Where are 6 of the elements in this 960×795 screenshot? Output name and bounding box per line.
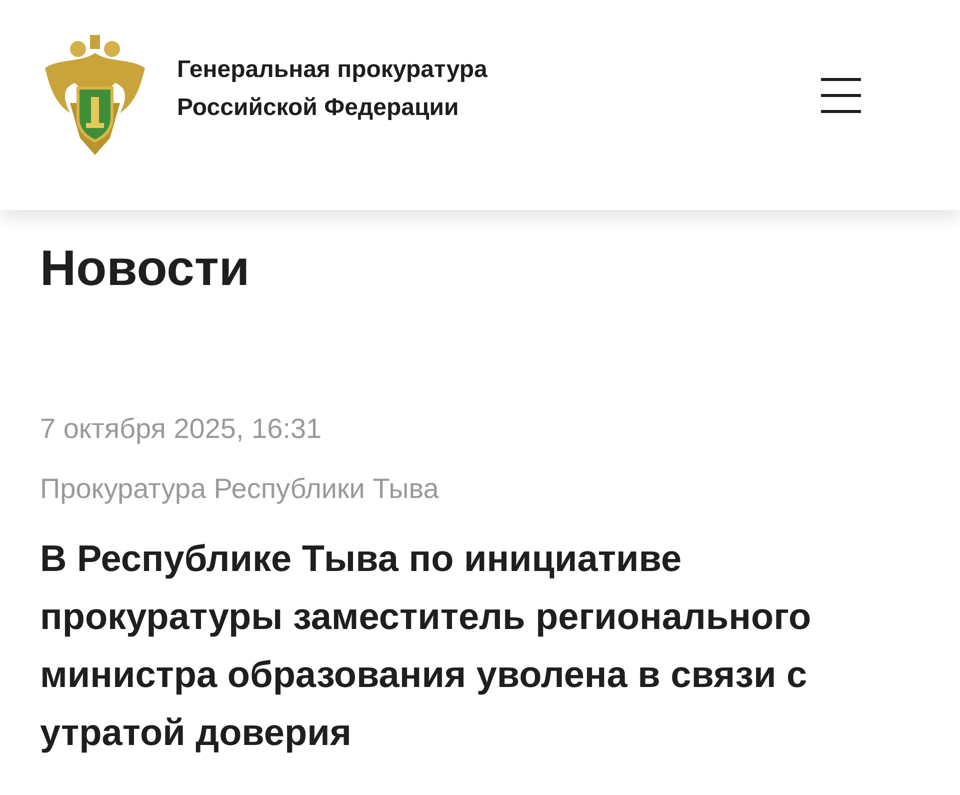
article-date: 7 октября 2025, 16:31 <box>40 412 323 446</box>
organization-name: Российской Федерации <box>177 93 460 123</box>
page-title: Новости <box>40 239 251 298</box>
organization-name: Генеральная прокуратура <box>177 55 488 85</box>
article-source: Прокуратура Республики Тыва <box>40 472 440 506</box>
article-headline[interactable]: В Республике Тыва по инициативе прокуратуры заместитель регионального министра образования уволена в связи с утратой доверия <box>40 530 900 762</box>
